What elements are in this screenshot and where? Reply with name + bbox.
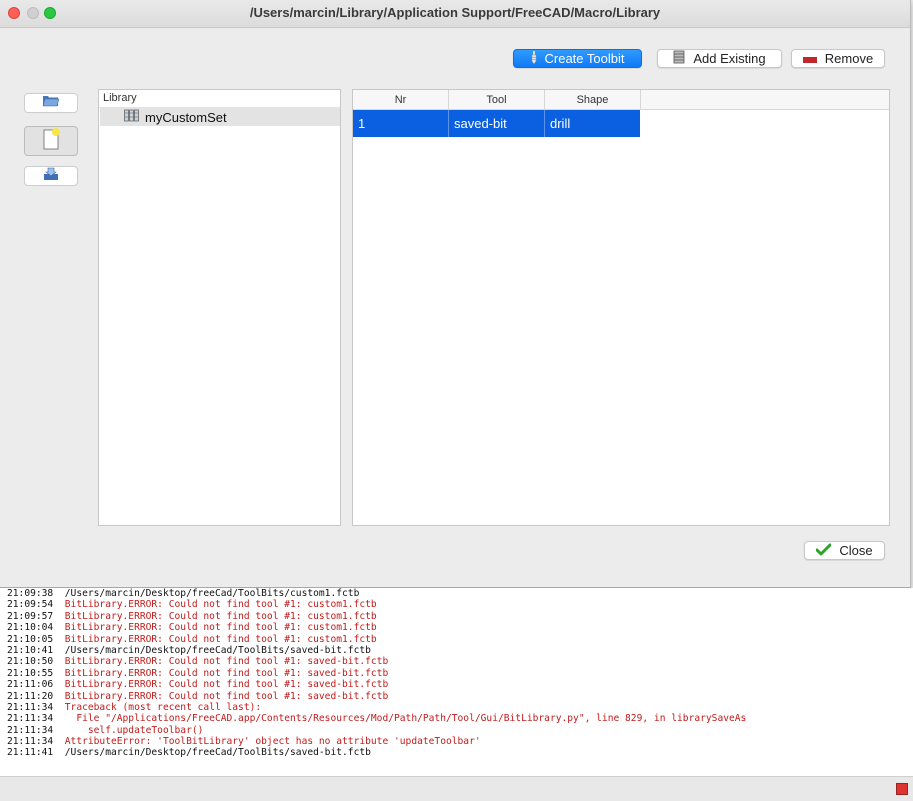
console-timestamp: 21:11:06 <box>7 679 54 691</box>
column-header-shape[interactable]: Shape <box>545 90 641 110</box>
console-timestamp: 21:11:20 <box>7 690 54 702</box>
console-line: 21:11:34 File "/Applications/FreeCAD.app… <box>0 713 913 724</box>
console-timestamp: 21:09:38 <box>7 588 54 599</box>
table-cell-tool[interactable]: saved-bit <box>449 110 545 137</box>
console-line: 21:10:50 BitLibrary.ERROR: Could not fin… <box>0 656 913 667</box>
remove-button[interactable]: Remove <box>791 49 885 68</box>
console-line: 21:09:57 BitLibrary.ERROR: Could not fin… <box>0 611 913 622</box>
console-timestamp: 21:11:34 <box>7 724 54 736</box>
console-line: 21:10:41 /Users/marcin/Desktop/freeCad/T… <box>0 645 913 656</box>
drill-bit-icon <box>531 50 537 67</box>
console-line: 21:11:41 /Users/marcin/Desktop/freeCad/T… <box>0 747 913 758</box>
console-message: BitLibrary.ERROR: Could not find tool #1… <box>53 610 377 622</box>
tool-library-icon <box>124 109 139 125</box>
column-header-nr[interactable]: Nr <box>353 90 449 110</box>
create-toolbit-label: Create Toolbit <box>544 51 625 66</box>
status-bar <box>0 776 913 801</box>
folder-open-icon <box>42 94 60 112</box>
console-message: /Users/marcin/Desktop/freeCad/ToolBits/c… <box>53 588 360 599</box>
remove-label: Remove <box>824 51 874 66</box>
console-message: BitLibrary.ERROR: Could not find tool #1… <box>53 667 389 679</box>
console-message: BitLibrary.ERROR: Could not find tool #1… <box>53 599 377 611</box>
console-message: /Users/marcin/Desktop/freeCad/ToolBits/s… <box>53 747 371 759</box>
console-timestamp: 21:11:34 <box>7 701 54 713</box>
minus-icon <box>802 51 817 66</box>
console-timestamp: 21:10:50 <box>7 656 54 668</box>
console-message: BitLibrary.ERROR: Could not find tool #1… <box>53 633 377 645</box>
table-cell-nr[interactable]: 1 <box>353 110 449 137</box>
console-message: File "/Applications/FreeCAD.app/Contents… <box>53 713 747 725</box>
save-library-button[interactable] <box>24 166 78 186</box>
create-toolbit-button[interactable]: Create Toolbit <box>513 49 642 68</box>
console-line: 21:11:06 BitLibrary.ERROR: Could not fin… <box>0 679 913 690</box>
new-document-icon <box>41 127 61 156</box>
table-cell-shape[interactable]: drill <box>545 110 640 137</box>
library-dialog: /Users/marcin/Library/Application Suppor… <box>0 0 911 588</box>
console-timestamp: 21:10:04 <box>7 622 54 634</box>
close-label: Close <box>839 543 873 558</box>
console-line: 21:09:54 BitLibrary.ERROR: Could not fin… <box>0 599 913 610</box>
checkmark-icon <box>815 543 832 559</box>
open-library-button[interactable] <box>24 93 78 113</box>
console-timestamp: 21:11:34 <box>7 736 54 748</box>
console-timestamp: 21:09:57 <box>7 610 54 622</box>
toolbit-stack-icon <box>673 50 685 67</box>
console-line: 21:10:05 BitLibrary.ERROR: Could not fin… <box>0 634 913 645</box>
library-item[interactable]: myCustomSet <box>100 108 340 126</box>
console-message: BitLibrary.ERROR: Could not find tool #1… <box>53 656 389 668</box>
title-bar[interactable]: /Users/marcin/Library/Application Suppor… <box>0 0 910 28</box>
console-line: 21:10:55 BitLibrary.ERROR: Could not fin… <box>0 668 913 679</box>
save-icon <box>43 167 59 186</box>
add-existing-button[interactable]: Add Existing <box>657 49 782 68</box>
column-header-tool[interactable]: Tool <box>449 90 545 110</box>
console-timestamp: 21:10:05 <box>7 633 54 645</box>
console-timestamp: 21:09:54 <box>7 599 54 611</box>
add-existing-label: Add Existing <box>693 51 766 66</box>
console-line: 21:11:34 self.updateToolbar() <box>0 725 913 736</box>
console-line: 21:11:20 BitLibrary.ERROR: Could not fin… <box>0 691 913 702</box>
console-line: 21:10:04 BitLibrary.ERROR: Could not fin… <box>0 622 913 633</box>
console-timestamp: 21:11:41 <box>7 747 54 759</box>
library-item-label: myCustomSet <box>145 109 227 125</box>
library-panel: Library myCustomSet <box>98 89 341 526</box>
console-lines: 21:09:38 /Users/marcin/Desktop/freeCad/T… <box>0 588 913 759</box>
console-line: 21:11:34 Traceback (most recent call las… <box>0 702 913 713</box>
console-message: AttributeError: 'ToolBitLibrary' object … <box>53 736 481 748</box>
console-timestamp: 21:10:55 <box>7 667 54 679</box>
window-title: /Users/marcin/Library/Application Suppor… <box>249 5 661 20</box>
console-message: /Users/marcin/Desktop/freeCad/ToolBits/s… <box>53 644 371 656</box>
console-timestamp: 21:11:34 <box>7 713 54 725</box>
console-line: 21:09:38 /Users/marcin/Desktop/freeCad/T… <box>0 588 913 599</box>
tool-table: Nr Tool Shape 1 saved-bit drill <box>352 89 890 526</box>
console-message: self.updateToolbar() <box>53 724 204 736</box>
console-timestamp: 21:10:41 <box>7 644 54 656</box>
console-message: BitLibrary.ERROR: Could not find tool #1… <box>53 622 377 634</box>
console-line: 21:11:34 AttributeError: 'ToolBitLibrary… <box>0 736 913 747</box>
console-message: Traceback (most recent call last): <box>53 701 262 713</box>
new-library-button[interactable] <box>24 126 78 156</box>
console-message: BitLibrary.ERROR: Could not find tool #1… <box>53 690 389 702</box>
report-view[interactable]: 21:09:38 /Users/marcin/Desktop/freeCad/T… <box>0 588 913 776</box>
console-message: BitLibrary.ERROR: Could not find tool #1… <box>53 679 389 691</box>
column-header-filler <box>641 90 889 110</box>
error-indicator-icon[interactable] <box>896 783 908 795</box>
close-button[interactable]: Close <box>804 541 885 560</box>
library-header: Library <box>99 90 340 108</box>
